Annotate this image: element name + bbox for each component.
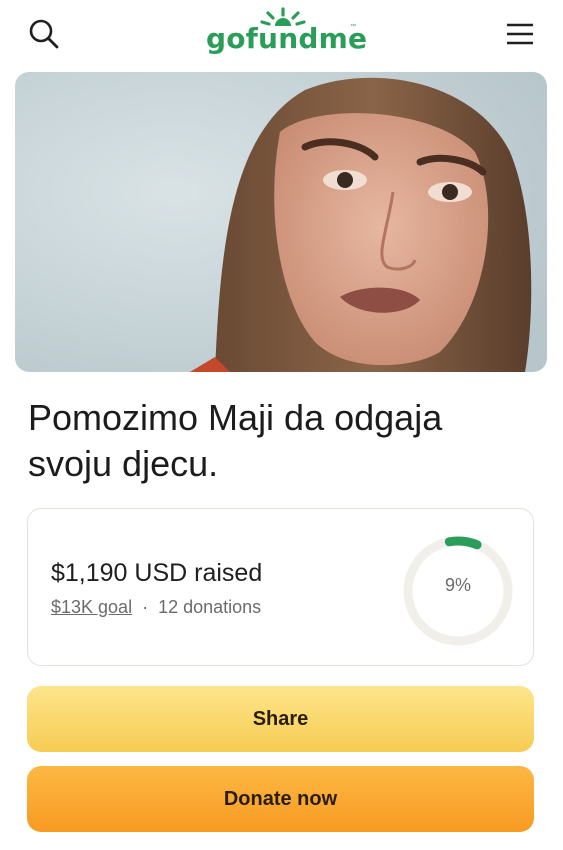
percent-funded: 9% <box>444 575 471 595</box>
amount-raised: $1,190 USD raised <box>51 559 263 587</box>
donate-now-button[interactable]: Donate now <box>27 766 534 832</box>
campaign-title: Pomozimo Maji da odgaja svoju djecu. <box>28 397 443 484</box>
goal-link[interactable]: $13K goal <box>51 597 132 617</box>
separator-dot: · <box>142 597 149 617</box>
logo-wordmark: gofundme <box>206 22 368 55</box>
campaign-photo <box>15 72 547 372</box>
donation-progress-card: $1,190 USD raised $13K goal · 12 donations… <box>27 508 534 666</box>
trademark-mark: ™ <box>350 24 356 30</box>
gofundme-logo[interactable]: gofundme ™ <box>200 6 370 62</box>
top-bar: gofundme ™ <box>0 0 563 72</box>
donation-count: 12 donations <box>158 597 262 617</box>
hamburger-menu-icon[interactable] <box>500 16 540 52</box>
share-button[interactable]: Share <box>27 686 534 752</box>
campaign-photo-portrait <box>15 72 547 372</box>
goal-and-donations: $13K goal · 12 donations <box>51 597 261 618</box>
search-icon[interactable] <box>24 14 64 54</box>
